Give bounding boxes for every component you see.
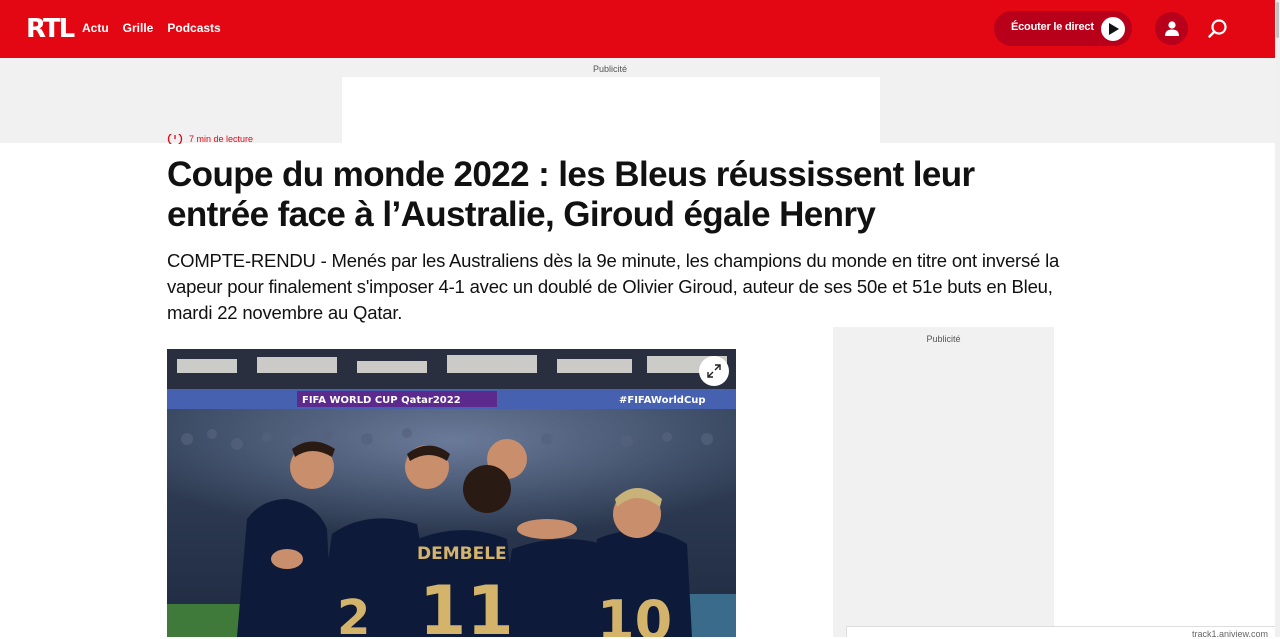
sidebar-ad-label: Publicité bbox=[926, 334, 961, 344]
top-ad-slot[interactable] bbox=[342, 77, 880, 143]
sidebar-ad-slot[interactable]: Publicité bbox=[833, 327, 1054, 637]
jersey-name-text: DEMBELE bbox=[417, 544, 507, 564]
clock-icon bbox=[167, 134, 183, 144]
account-button[interactable] bbox=[1155, 12, 1188, 45]
rtl-logo[interactable]: RTL bbox=[26, 14, 75, 44]
search-icon bbox=[1208, 19, 1227, 38]
jersey-number-right-text: 10 bbox=[597, 589, 672, 637]
play-icon bbox=[1101, 17, 1125, 41]
stadium-banner-right: #FIFAWorldCup bbox=[619, 395, 706, 406]
listen-live-label: Écouter le direct bbox=[1011, 21, 1094, 33]
nav-item-actu[interactable]: Actu bbox=[82, 20, 109, 36]
reading-time: 7 min de lecture bbox=[167, 134, 253, 144]
scrollbar-thumb[interactable] bbox=[1276, 2, 1279, 38]
article-photo[interactable]: DEMBELE 11 10 2 FIFA WORLD CUP Qatar2022… bbox=[167, 349, 736, 637]
track-url-text: track1.aniview.com bbox=[1191, 629, 1268, 639]
jersey-number-left-text: 2 bbox=[337, 590, 370, 637]
video-player-overlay[interactable]: track1.aniview.com bbox=[846, 626, 1276, 639]
user-icon bbox=[1165, 21, 1179, 36]
listen-live-button[interactable]: Écouter le direct bbox=[994, 11, 1132, 46]
article-title: Coupe du monde 2022 : les Bleus réussiss… bbox=[167, 155, 975, 234]
nav-item-grille[interactable]: Grille bbox=[123, 20, 154, 36]
page-scrollbar[interactable] bbox=[1275, 0, 1280, 637]
article-lead: COMPTE-RENDU - Menés par les Australiens… bbox=[167, 250, 1060, 323]
expand-icon bbox=[707, 364, 721, 378]
nav-item-podcasts[interactable]: Podcasts bbox=[167, 20, 220, 36]
reading-time-text: 7 min de lecture bbox=[189, 134, 254, 144]
jersey-number-text: 11 bbox=[419, 572, 514, 637]
stadium-banner-left: FIFA WORLD CUP Qatar2022 bbox=[302, 395, 461, 406]
celebration-photo-image: DEMBELE 11 10 2 FIFA WORLD CUP Qatar2022… bbox=[167, 349, 736, 637]
expand-photo-button[interactable] bbox=[699, 356, 729, 386]
top-ad-label: Publicité bbox=[592, 64, 628, 74]
search-button[interactable] bbox=[1206, 17, 1230, 41]
main-nav: Actu Grille Podcasts bbox=[82, 20, 221, 36]
site-header: RTL Actu Grille Podcasts Écouter le dire… bbox=[0, 0, 1275, 58]
